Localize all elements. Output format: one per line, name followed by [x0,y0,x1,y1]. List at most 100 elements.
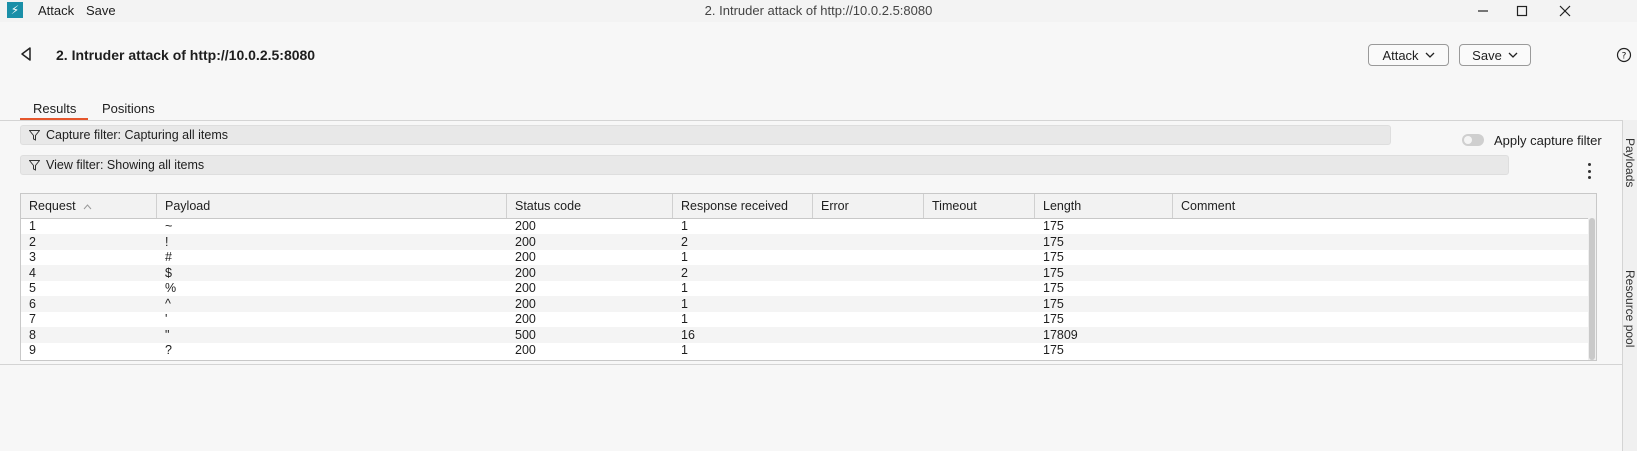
filter-icon [29,159,40,171]
cell-length: 175 [1043,234,1064,249]
cell-status-code: 200 [515,234,536,249]
cell-response-received: 1 [681,343,688,357]
table-row[interactable]: 8 " 500 16 17809 [21,326,1588,343]
sort-ascending-icon [83,204,92,210]
column-length[interactable]: Length [1035,194,1173,218]
minimize-icon[interactable] [1463,0,1503,22]
cell-length: 175 [1043,296,1064,311]
chevron-down-icon [1425,52,1435,58]
cell-payload: ~ [165,219,173,233]
capture-filter-bar[interactable]: Capture filter: Capturing all items [20,125,1391,145]
cell-error [813,265,924,281]
back-arrow-icon[interactable] [18,46,34,65]
column-request[interactable]: Request [21,194,157,218]
title-bar: ⚡ Attack Save 2. Intruder attack of http… [0,0,1637,22]
chevron-down-icon [1508,52,1518,58]
cell-response-received: 1 [681,219,688,233]
cell-length: 175 [1043,250,1064,264]
tab-positions[interactable]: Positions [102,101,155,120]
table-row[interactable]: 1 ~200 1 175 [21,218,1588,234]
cell-timeout [924,249,1035,265]
save-button-label: Save [1472,47,1502,63]
cell-error [813,280,924,296]
cell-comment [1173,311,1588,327]
column-status-code[interactable]: Status code [507,194,673,218]
cell-comment [1173,265,1588,281]
cell-request: 1 [29,219,36,233]
cell-payload: " [165,327,170,342]
cell-payload: # [165,250,172,264]
table-row[interactable]: 7 ' 200 1 175 [21,311,1588,327]
cell-comment [1173,234,1588,250]
table-row[interactable]: 2! 200 2 175 [21,233,1588,250]
table-scrollbar[interactable] [1588,218,1596,360]
view-filter-bar[interactable]: View filter: Showing all items [20,155,1509,175]
cell-comment [1173,218,1588,234]
cell-error [813,249,924,265]
cell-response-received: 1 [681,281,688,295]
table-row[interactable]: 4 $200 2 175 [21,264,1588,281]
divider [0,364,1622,365]
cell-payload: % [165,281,177,295]
close-icon[interactable] [1545,0,1585,22]
scrollbar-thumb[interactable] [1589,218,1595,360]
side-tab-payloads[interactable]: Payloads [1623,138,1637,187]
tab-results[interactable]: Results [20,101,88,120]
cell-request: 5 [29,281,36,295]
column-timeout[interactable]: Timeout [924,194,1035,218]
cell-status-code: 200 [515,312,536,326]
menu-save[interactable]: Save [86,3,116,18]
cell-length: 17809 [1043,327,1078,342]
table-row[interactable]: 6 ^ 200 1 175 [21,295,1588,312]
cell-error [813,296,924,312]
cell-request: 2 [29,234,36,249]
column-comment[interactable]: Comment [1173,194,1588,218]
capture-filter-label: Capture filter: Capturing all items [46,128,229,142]
cell-status-code: 500 [515,327,536,342]
cell-status-code: 200 [515,296,536,311]
cell-error [813,311,924,327]
cell-status-code: 200 [515,250,536,264]
apply-capture-filter-toggle[interactable] [1462,134,1484,146]
maximize-icon[interactable] [1502,0,1542,22]
cell-status-code: 200 [515,281,536,295]
filter-icon [29,129,40,141]
cell-payload: ' [165,312,168,326]
burp-logo-icon: ⚡ [7,2,23,18]
cell-error [813,327,924,343]
cell-response-received: 2 [681,234,688,249]
menu-attack[interactable]: Attack [38,3,74,18]
column-payload[interactable]: Payload [157,194,507,218]
window-title: 2. Intruder attack of http://10.0.2.5:80… [704,3,933,18]
cell-length: 175 [1043,219,1064,233]
cell-length: 175 [1043,343,1064,357]
cell-request: 7 [29,312,36,326]
table-row[interactable]: 3 #200 1 175 [21,249,1588,265]
apply-capture-filter-label: Apply capture filter [1494,133,1602,148]
cell-payload: $ [165,265,172,280]
cell-timeout [924,280,1035,296]
table-row[interactable]: 9? 200 1 175 [21,342,1588,358]
save-button[interactable]: Save [1459,44,1531,66]
help-icon[interactable]: ? [1616,47,1632,66]
side-tab-resource-pool[interactable]: Resource pool [1623,270,1637,347]
tab-bar: Results Positions [0,94,1637,121]
cell-error [813,218,924,234]
cell-status-code: 200 [515,265,536,280]
cell-payload: ? [165,343,172,357]
cell-response-received: 2 [681,265,688,280]
attack-button[interactable]: Attack [1368,44,1449,66]
cell-length: 175 [1043,281,1064,295]
column-response-received[interactable]: Response received [673,194,813,218]
results-table: Request Payload Status code Response rec… [20,193,1597,361]
cell-payload: ! [165,234,169,249]
cell-request: 6 [29,296,36,311]
cell-timeout [924,234,1035,250]
cell-comment [1173,327,1588,343]
more-options-icon[interactable] [1586,163,1592,179]
cell-request: 9 [29,343,36,357]
column-error[interactable]: Error [813,194,924,218]
table-row[interactable]: 5% 200 1 175 [21,280,1588,296]
cell-timeout [924,296,1035,312]
page-title: 2. Intruder attack of http://10.0.2.5:80… [56,47,316,63]
